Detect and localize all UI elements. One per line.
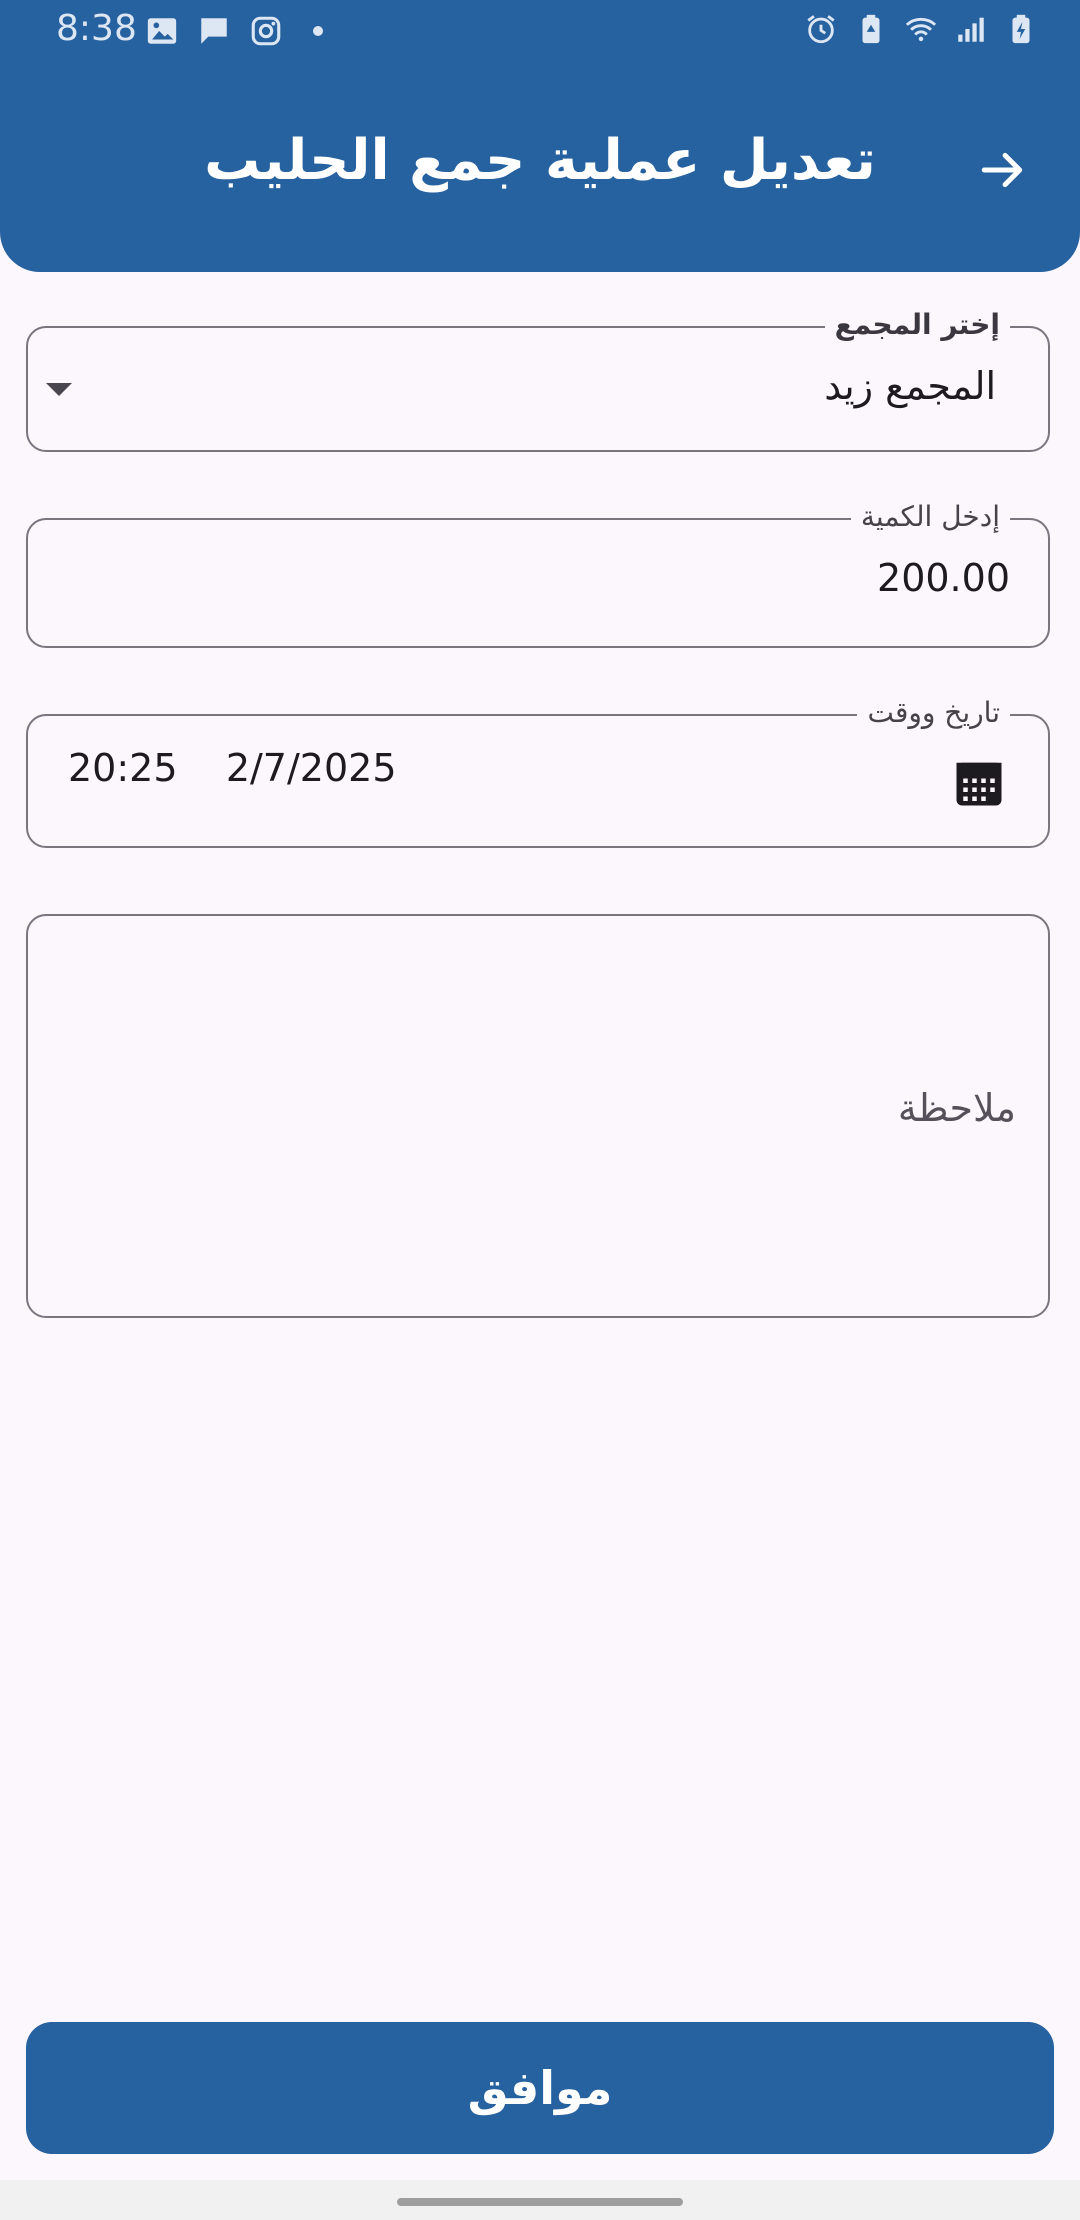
image-icon [147,18,177,44]
datetime-value: 20:25 2/7/2025 [68,746,397,790]
ok-button[interactable]: موافق [26,2022,1054,2154]
collector-dropdown[interactable]: إختر المجمع المجمع زيد [26,308,1050,452]
collector-label: إختر المجمع [824,308,1010,341]
quantity-field[interactable]: إدخل الكمية 200.00 [26,500,1050,648]
status-icons-right [804,12,1038,46]
notification-dot [313,26,323,36]
message-icon [201,18,227,44]
quantity-label: إدخل الكمية [850,500,1010,533]
calendar-icon[interactable] [952,756,1006,810]
note-textarea[interactable]: ملاحظة [26,914,1050,1318]
battery-saver-icon [862,14,880,44]
status-icons-left [145,14,323,48]
collector-value: المجمع زيد [824,364,996,408]
home-handle[interactable] [397,2198,683,2206]
page-title: تعديل عملية جمع الحليب [204,128,876,193]
caret-down-icon[interactable] [46,383,72,396]
status-bar: 8:38 [0,0,1080,64]
arrow-right-icon[interactable] [978,145,1028,195]
battery-charging-icon [1012,14,1030,44]
status-time: 8:38 [56,8,137,49]
quantity-value: 200.00 [877,556,1010,600]
datetime-field[interactable]: تاريخ ووقت 20:25 2/7/2025 [26,696,1050,848]
note-placeholder: ملاحظة [897,1086,1016,1130]
alarm-icon [807,15,835,44]
datetime-label: تاريخ ووقت [857,696,1010,729]
instagram-icon [251,16,281,46]
signal-icon [958,17,984,42]
wifi-icon [905,17,937,42]
navigation-bar [0,2180,1080,2220]
